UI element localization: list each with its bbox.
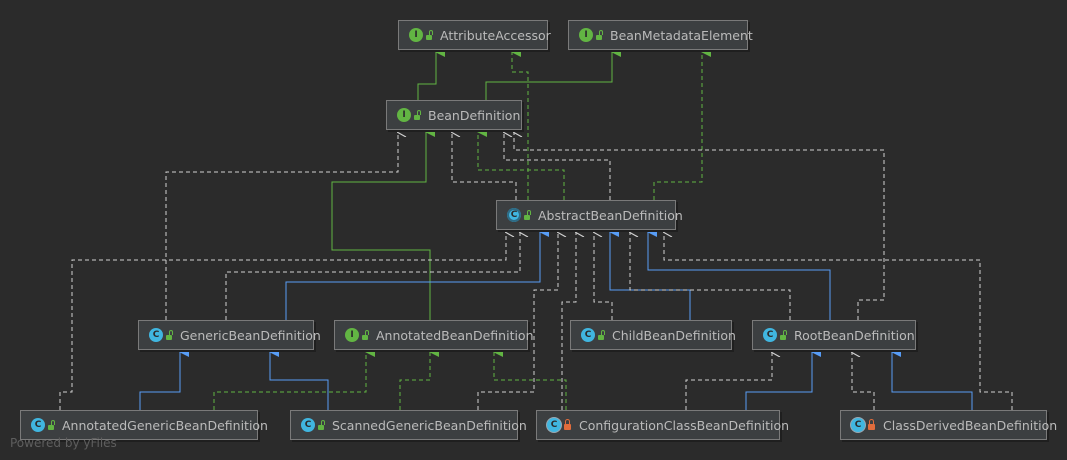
node-generic-bean-definition[interactable]: C GenericBeanDefinition xyxy=(138,320,321,350)
edge-abstract-to-beandefinition-c xyxy=(504,132,611,200)
node-label: AbstractBeanDefinition xyxy=(538,207,683,223)
yfiles-watermark: Powered by yFiles xyxy=(10,436,117,450)
public-lock-icon xyxy=(414,114,420,120)
node-bean-definition[interactable]: I BeanDefinition xyxy=(386,100,522,130)
edge-scanned-to-annotated xyxy=(399,347,439,410)
package-private-lock-icon xyxy=(868,419,875,430)
node-label: GenericBeanDefinition xyxy=(180,327,321,343)
edge-child-to-abstract-b xyxy=(609,227,691,320)
edge-beandefinition-to-attributeaccessor xyxy=(417,47,445,100)
class-icon: C xyxy=(301,418,315,432)
package-private-lock-icon xyxy=(564,419,571,430)
interface-icon: I xyxy=(409,28,423,42)
public-lock-icon xyxy=(426,34,432,40)
final-class-icon: C xyxy=(547,418,561,432)
node-label: ConfigurationClassBeanDefinition xyxy=(579,417,790,433)
abstract-class-icon: C xyxy=(507,208,521,222)
edge-abstract-to-beandefinition-b xyxy=(477,127,565,200)
uml-class-diagram: I AttributeAccessor I BeanMetadataElemen… xyxy=(0,0,1067,460)
edge-abstract-to-beandefinition-a xyxy=(452,132,517,200)
node-root-bean-definition[interactable]: C RootBeanDefinition xyxy=(752,320,916,350)
edge-generic-to-abstract-a xyxy=(225,232,520,320)
edge-annotatedgeneric-to-generic xyxy=(139,347,189,410)
node-attribute-accessor[interactable]: I AttributeAccessor xyxy=(398,20,551,50)
edge-configclass-to-annotated xyxy=(493,347,567,410)
node-scanned-generic-bean-definition[interactable]: C ScannedGenericBeanDefinition xyxy=(290,410,527,440)
node-label: ScannedGenericBeanDefinition xyxy=(332,417,527,433)
class-icon: C xyxy=(581,328,595,342)
edge-configclass-to-root xyxy=(685,352,772,410)
edge-beandefinition-to-beanmetadataelement xyxy=(485,47,621,100)
node-label: ChildBeanDefinition xyxy=(612,327,736,343)
node-bean-metadata-element[interactable]: I BeanMetadataElement xyxy=(568,20,753,50)
class-icon: C xyxy=(31,418,45,432)
final-class-icon: C xyxy=(851,418,865,432)
node-label: AnnotatedBeanDefinition xyxy=(376,327,534,343)
node-label: BeanDefinition xyxy=(428,107,521,123)
edge-classderived-to-root-a xyxy=(852,352,875,410)
public-lock-icon xyxy=(362,334,368,340)
public-lock-icon xyxy=(48,424,54,430)
node-abstract-bean-definition[interactable]: C AbstractBeanDefinition xyxy=(496,200,683,230)
public-lock-icon xyxy=(318,424,324,430)
edge-classderived-to-root-b xyxy=(891,347,973,410)
interface-icon: I xyxy=(345,328,359,342)
node-label: AttributeAccessor xyxy=(440,27,551,43)
interface-icon: I xyxy=(397,108,411,122)
node-label: ClassDerivedBeanDefinition xyxy=(883,417,1058,433)
edge-abstract-to-beanmetadataelement xyxy=(653,47,711,200)
public-lock-icon xyxy=(166,334,172,340)
public-lock-icon xyxy=(598,334,604,340)
node-child-bean-definition[interactable]: C ChildBeanDefinition xyxy=(570,320,736,350)
edge-configclass-to-root-b xyxy=(745,347,821,410)
node-label: BeanMetadataElement xyxy=(610,27,753,43)
class-icon: C xyxy=(763,328,777,342)
class-icon: C xyxy=(149,328,163,342)
edge-root-to-abstract-a xyxy=(630,232,791,320)
edge-scanned-to-generic xyxy=(269,347,329,410)
public-lock-icon xyxy=(596,34,602,40)
edge-annotated-to-beandefinition xyxy=(331,127,435,320)
node-configuration-class-bean-definition[interactable]: C ConfigurationClassBeanDefinition xyxy=(536,410,789,440)
inheritance-edges xyxy=(59,47,1013,410)
node-label: RootBeanDefinition xyxy=(794,327,915,343)
edge-generic-to-beandefinition xyxy=(165,132,398,320)
edge-generic-to-abstract-b xyxy=(285,227,549,320)
node-class-derived-bean-definition[interactable]: C ClassDerivedBeanDefinition xyxy=(840,410,1057,440)
public-lock-icon xyxy=(524,214,530,220)
public-lock-icon xyxy=(780,334,786,340)
interface-icon: I xyxy=(579,28,593,42)
node-label: AnnotatedGenericBeanDefinition xyxy=(62,417,268,433)
node-annotated-bean-definition[interactable]: I AnnotatedBeanDefinition xyxy=(334,320,534,350)
edge-root-to-abstract-b xyxy=(647,227,831,320)
edge-annotatedgeneric-to-annotated xyxy=(213,347,375,410)
edge-child-to-abstract-a xyxy=(594,232,613,320)
